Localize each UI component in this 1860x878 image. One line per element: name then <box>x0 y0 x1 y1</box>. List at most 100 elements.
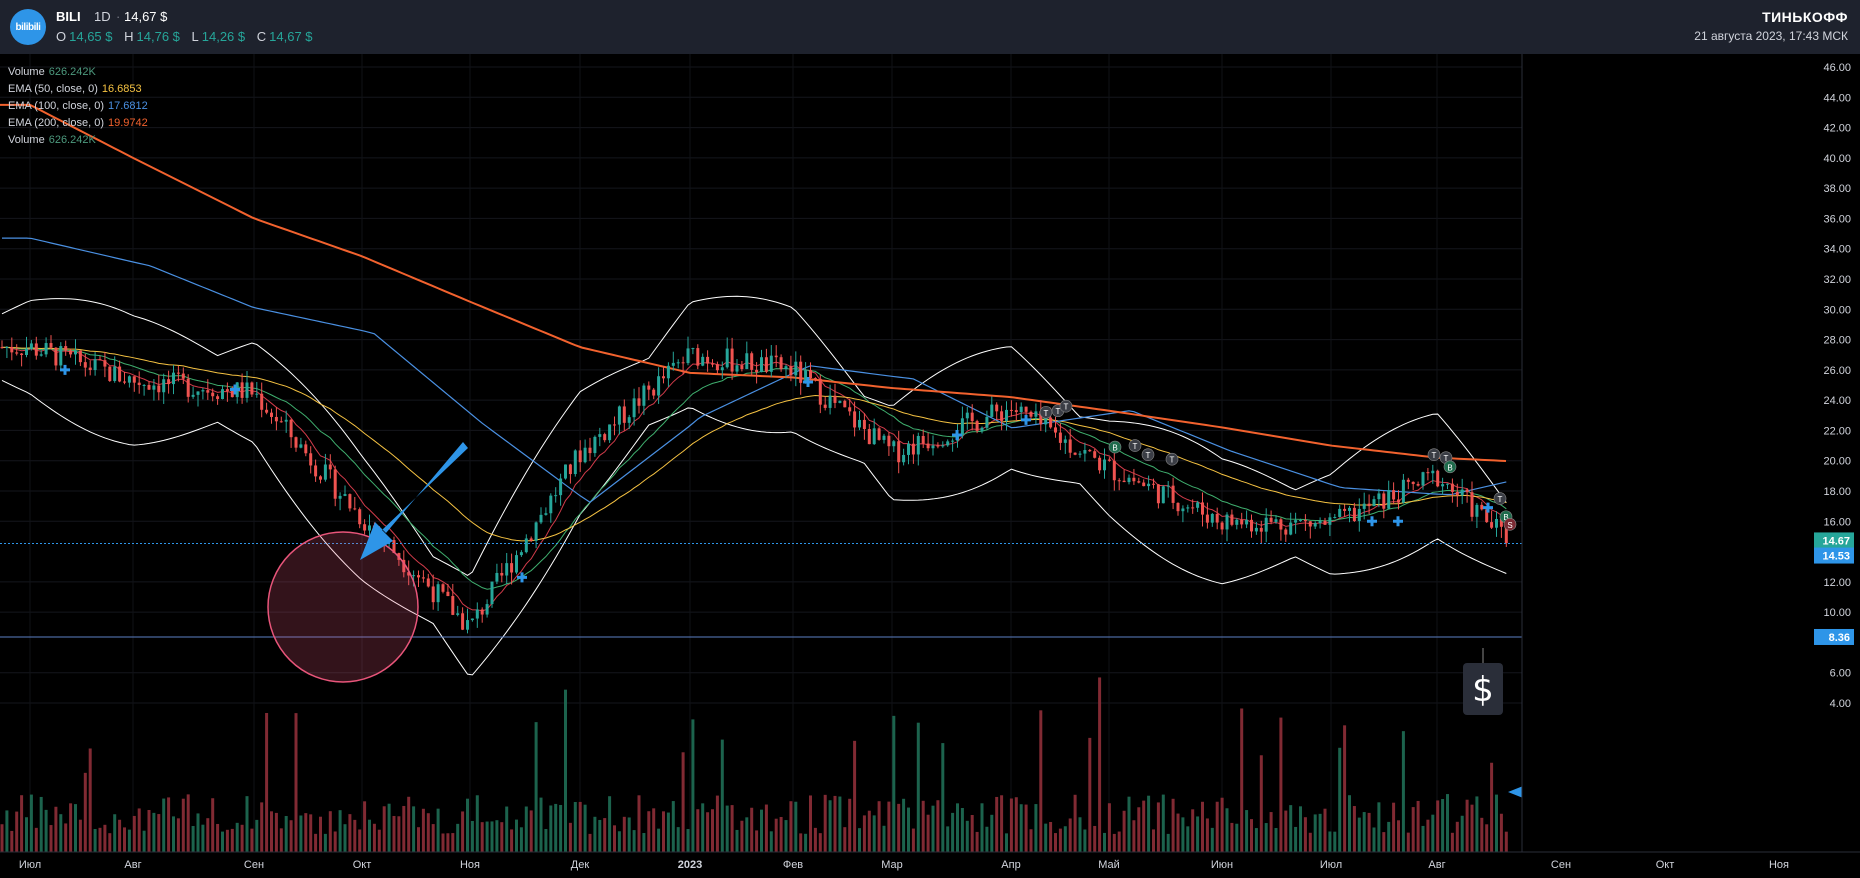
x-tick-label: 2023 <box>678 859 702 871</box>
candle-body <box>666 365 670 379</box>
candle-body <box>578 450 582 463</box>
legend-row-ema50[interactable]: EMA (50, close, 0) 16.6853 <box>8 81 148 98</box>
volume-bar <box>813 827 817 852</box>
candle-body <box>1411 481 1415 485</box>
candle-body <box>671 362 675 366</box>
candle-body <box>1421 472 1425 486</box>
candle-body <box>480 609 484 615</box>
candle-body <box>260 393 264 410</box>
volume-bar <box>1441 799 1445 852</box>
volume-bar <box>1308 832 1312 852</box>
candle-body <box>206 390 210 393</box>
candle-body <box>1495 518 1498 528</box>
candle-body <box>304 444 308 454</box>
volume-bar <box>1078 817 1082 852</box>
volume-bar <box>1289 805 1293 852</box>
volume-bar <box>519 827 523 852</box>
volume-bar <box>505 806 509 852</box>
candle-body <box>568 464 572 475</box>
volume-bar <box>1019 804 1023 852</box>
volume-bar <box>1284 810 1288 852</box>
x-tick-label: Мар <box>881 859 903 871</box>
volume-bar <box>485 821 489 852</box>
volume-bar <box>995 796 999 852</box>
candle-body <box>118 366 122 382</box>
candle-body <box>975 421 979 431</box>
volume-bar <box>1132 820 1136 852</box>
candle-body <box>441 584 445 592</box>
volume-bar <box>613 825 616 852</box>
volume-bar <box>1475 796 1479 852</box>
legend-row-ema100[interactable]: EMA (100, close, 0) 17.6812 <box>8 98 148 115</box>
price-axis[interactable]: 46.00 44.00 42.00 40.00 38.00 36.00 34.00 32.00… <box>1521 54 1860 878</box>
candle-body <box>1357 508 1361 522</box>
candle-body <box>446 591 450 597</box>
volume-bar <box>49 825 53 852</box>
legend-row-ema200[interactable]: EMA (200, close, 0) 19.9742 <box>8 115 148 132</box>
candle-body <box>1220 522 1224 530</box>
price-chart[interactable]: TTTBTTTTTBTBS$$$ 46.0044.0042.0040.0038.… <box>0 0 1860 878</box>
volume-bar <box>368 819 371 852</box>
price-tag-label: 14.53 <box>1822 551 1850 563</box>
candle-body <box>774 355 778 358</box>
trade-badge-label: T <box>1133 442 1138 451</box>
candle-body <box>711 363 714 365</box>
volume-bar <box>534 722 538 852</box>
y-tick-label: 6.00 <box>1830 668 1851 680</box>
legend-row-volume-2[interactable]: Volume 626.242K <box>8 132 148 149</box>
candle-body <box>1230 514 1234 525</box>
volume-bar <box>495 820 499 852</box>
volume-bar <box>617 831 621 852</box>
candle-body <box>211 392 215 397</box>
candle-body <box>632 398 636 418</box>
legend-row-volume[interactable]: Volume 626.242K <box>8 64 148 81</box>
volume-bar <box>1156 802 1160 852</box>
candle-body <box>818 378 822 405</box>
candle-body <box>1235 519 1239 525</box>
candle-body <box>1171 485 1175 503</box>
volume-bar <box>1098 677 1102 852</box>
candle-body <box>936 445 940 447</box>
candle-body <box>789 366 793 376</box>
volume-bar <box>0 824 4 852</box>
candle-body <box>769 355 773 372</box>
x-tick-label: Июл <box>19 859 41 871</box>
candle-body <box>1205 514 1209 523</box>
candle-body <box>93 359 97 371</box>
candle-body <box>1382 493 1386 509</box>
volume-bar <box>931 805 935 852</box>
volume-bar <box>1176 813 1180 852</box>
candle-body <box>1333 517 1337 519</box>
volume-bar <box>760 809 763 852</box>
candle-body <box>1215 513 1219 523</box>
volume-bar <box>255 819 259 852</box>
volume-bar <box>715 795 719 852</box>
candle-body <box>534 522 538 541</box>
volume-bar <box>1009 798 1013 852</box>
candle-body <box>113 366 117 381</box>
candle-body <box>1450 483 1454 492</box>
y-tick-label: 12.00 <box>1823 577 1851 589</box>
y-tick-label: 30.00 <box>1823 304 1851 316</box>
candle-body <box>1328 517 1332 525</box>
candle-body <box>985 416 989 428</box>
volume-bar <box>113 814 117 852</box>
volume-bar <box>333 831 337 852</box>
volume-bar <box>10 830 14 852</box>
volume-bar <box>167 797 171 852</box>
candle-body <box>1166 485 1170 487</box>
candle-body <box>49 343 53 348</box>
candle-body <box>559 478 563 496</box>
candle-body <box>794 361 798 376</box>
candle-body <box>706 356 710 364</box>
candle-body <box>225 389 229 391</box>
candle-body <box>627 417 631 423</box>
candle-body <box>946 441 950 446</box>
candle-body <box>593 436 597 454</box>
price-tag-label: 8.36 <box>1829 632 1850 644</box>
volume-bar <box>720 739 724 852</box>
volume-bar <box>936 800 940 852</box>
volume-bar <box>774 818 778 852</box>
candle-body <box>990 404 994 417</box>
candle-body <box>279 421 283 423</box>
